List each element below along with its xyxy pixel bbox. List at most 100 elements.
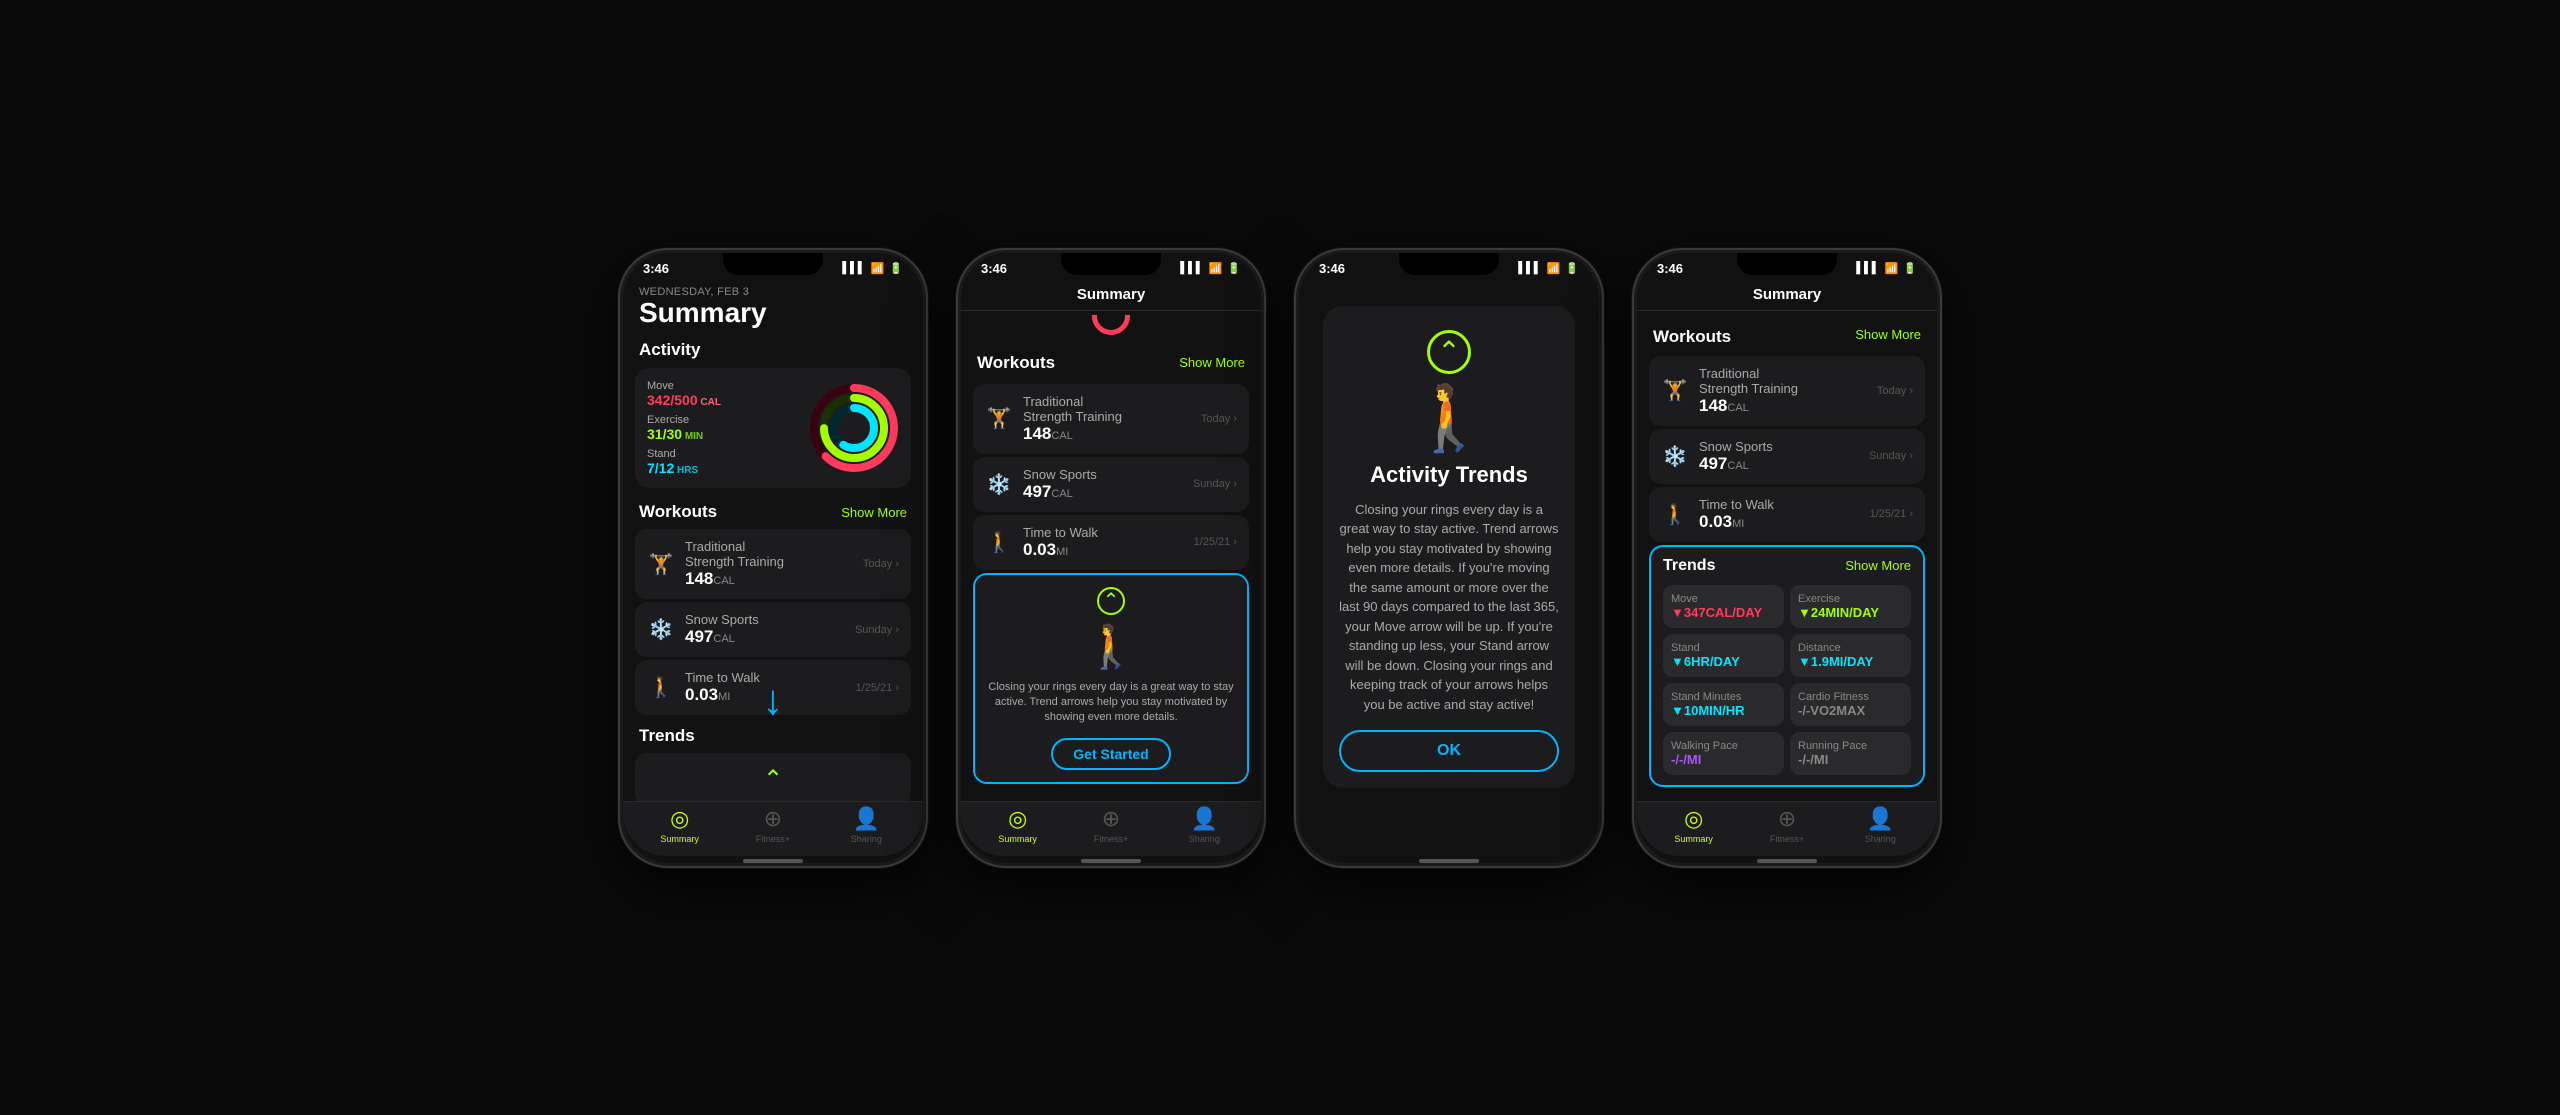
workout-1-2: ❄️ Snow Sports 497CAL Sunday › bbox=[635, 602, 911, 657]
phone-4-content[interactable]: Summary Workouts Show More 🏋️ Traditiona… bbox=[1637, 280, 1937, 801]
activity-card: Move 342/500 CAL Exercise 31/30 MIN Stan… bbox=[635, 368, 911, 488]
awards-header-2: Awards Show More bbox=[961, 787, 1261, 801]
workout-info-4-1: TraditionalStrength Training 148CAL bbox=[1699, 366, 1867, 416]
trend-distance-value: ▼1.9MI/DAY bbox=[1798, 654, 1903, 669]
fitness-icon-1: ⊕ bbox=[764, 806, 782, 832]
wifi-icon-2: 📶 bbox=[1209, 262, 1223, 275]
ok-button[interactable]: OK bbox=[1339, 730, 1559, 772]
workout-info-2-3: Time to Walk 0.03MI bbox=[1023, 525, 1184, 560]
fitness-icon-4: ⊕ bbox=[1778, 806, 1796, 832]
wifi-icon-1: 📶 bbox=[871, 262, 885, 275]
summary-label-2: Summary bbox=[998, 834, 1037, 844]
signal-icon-1: ▌▌▌ bbox=[842, 262, 865, 274]
workout-info-4-2: Snow Sports 497CAL bbox=[1699, 439, 1859, 474]
status-time-3: 3:46 bbox=[1319, 261, 1345, 276]
walk-icon-1: 🚶 bbox=[647, 675, 675, 700]
trend-move: Move ▼347CAL/DAY bbox=[1663, 585, 1784, 628]
phone-2-content[interactable]: Summary Workouts Show More 🏋️ Traditiona… bbox=[961, 280, 1261, 801]
activity-rings bbox=[809, 383, 899, 473]
trend-running-pace-value: -/-/MI bbox=[1798, 752, 1903, 767]
nav-summary-4[interactable]: ◎ Summary bbox=[1647, 806, 1740, 844]
snow-icon-2: ❄️ bbox=[985, 472, 1013, 497]
trend-stand-min: Stand Minutes ▼10MIN/HR bbox=[1663, 683, 1784, 726]
workout-name-1-2: Snow Sports bbox=[685, 612, 845, 627]
walk-icon-4: 🚶 bbox=[1661, 502, 1689, 527]
activity-section-title: Activity bbox=[623, 332, 923, 364]
trends-section-header-4: Trends Show More bbox=[1663, 557, 1911, 579]
strength-icon-2: 🏋️ bbox=[985, 406, 1013, 431]
nav-fitness-4[interactable]: ⊕ Fitness+ bbox=[1740, 806, 1833, 844]
signal-icon-2: ▌▌▌ bbox=[1180, 262, 1203, 274]
workout-cal-4-1: 148CAL bbox=[1699, 396, 1867, 416]
show-more-2[interactable]: Show More bbox=[1179, 355, 1245, 370]
trend-exercise-label: Exercise bbox=[1798, 593, 1903, 605]
phone-3: 3:46 ▌▌▌ 📶 🔋 ⌃ 🚶 Activity Trends Closing… bbox=[1294, 248, 1604, 868]
workout-name-2-3: Time to Walk bbox=[1023, 525, 1184, 540]
workout-name-4-3: Time to Walk bbox=[1699, 497, 1860, 512]
stand-value: 7/12 HRS bbox=[647, 460, 797, 476]
trend-exercise-value: ▼24MIN/DAY bbox=[1798, 605, 1903, 620]
workouts-label-1: Workouts bbox=[639, 502, 717, 522]
activity-trends-modal: ⌃ 🚶 Activity Trends Closing your rings e… bbox=[1323, 306, 1575, 789]
status-icons-4: ▌▌▌ 📶 🔋 bbox=[1856, 262, 1917, 275]
page-header-1: Wednesday, Feb 3 Summary bbox=[623, 280, 923, 333]
summary-icon-4: ◎ bbox=[1684, 806, 1703, 832]
status-time-4: 3:46 bbox=[1657, 261, 1683, 276]
trend-stand: Stand ▼6HR/DAY bbox=[1663, 634, 1784, 677]
nav-fitness-1[interactable]: ⊕ Fitness+ bbox=[726, 806, 819, 844]
trend-walking-pace: Walking Pace -/-/MI bbox=[1663, 732, 1784, 775]
fitness-label-2: Fitness+ bbox=[1094, 834, 1128, 844]
status-time-2: 3:46 bbox=[981, 261, 1007, 276]
fitness-label-4: Fitness+ bbox=[1770, 834, 1804, 844]
nav-fitness-2[interactable]: ⊕ Fitness+ bbox=[1064, 806, 1157, 844]
workout-2-3: 🚶 Time to Walk 0.03MI 1/25/21 › bbox=[973, 515, 1249, 570]
show-more-4[interactable]: Show More bbox=[1855, 327, 1921, 342]
battery-icon-2: 🔋 bbox=[1227, 262, 1241, 275]
get-started-button[interactable]: Get Started bbox=[1051, 738, 1170, 770]
strength-icon-4: 🏋️ bbox=[1661, 378, 1689, 403]
modal-text: Closing your rings every day is a great … bbox=[1339, 500, 1559, 715]
trends-label-4: Trends bbox=[1663, 557, 1715, 575]
workout-name-1-1: TraditionalStrength Training bbox=[685, 539, 853, 569]
workout-info-2-2: Snow Sports 497CAL bbox=[1023, 467, 1183, 502]
workouts-header-2: Workouts Show More bbox=[961, 339, 1261, 381]
trends-label-1: Trends bbox=[623, 718, 923, 750]
nav-summary-2[interactable]: ◎ Summary bbox=[971, 806, 1064, 844]
sharing-icon-1: 👤 bbox=[853, 806, 880, 832]
trend-stand-min-value: ▼10MIN/HR bbox=[1671, 703, 1776, 718]
nav-bar-1: ◎ Summary ⊕ Fitness+ 👤 Sharing bbox=[623, 801, 923, 856]
workout-1-1: 🏋️ TraditionalStrength Training 148CAL T… bbox=[635, 529, 911, 599]
workouts-header-1: Workouts Show More bbox=[623, 492, 923, 526]
nav-title-2: Summary bbox=[961, 280, 1261, 311]
nav-sharing-4[interactable]: 👤 Sharing bbox=[1834, 806, 1927, 844]
sharing-icon-2: 👤 bbox=[1191, 806, 1218, 832]
snow-icon-1: ❄️ bbox=[647, 617, 675, 642]
scroll-arrow: ↓ bbox=[763, 679, 784, 721]
battery-icon-1: 🔋 bbox=[889, 262, 903, 275]
workout-cal-2-1: 148CAL bbox=[1023, 424, 1191, 444]
page-title-1: Summary bbox=[639, 298, 907, 329]
trend-distance-label: Distance bbox=[1798, 642, 1903, 654]
title-2: Summary bbox=[1077, 286, 1145, 303]
show-more-1[interactable]: Show More bbox=[841, 505, 907, 520]
workout-cal-2-3: 0.03MI bbox=[1023, 540, 1184, 560]
phone-3-content: ⌃ 🚶 Activity Trends Closing your rings e… bbox=[1299, 280, 1599, 856]
nav-sharing-1[interactable]: 👤 Sharing bbox=[820, 806, 913, 844]
nav-title-4: Summary bbox=[1637, 280, 1937, 311]
workout-date-2-2: Sunday › bbox=[1193, 478, 1237, 490]
nav-summary-1[interactable]: ◎ Summary bbox=[633, 806, 726, 844]
workout-cal-4-3: 0.03MI bbox=[1699, 512, 1860, 532]
trends-show-more-4[interactable]: Show More bbox=[1845, 558, 1911, 573]
workout-name-2-2: Snow Sports bbox=[1023, 467, 1183, 482]
workout-date-1-2: Sunday › bbox=[855, 624, 899, 636]
modal-walk-figure: 🚶 bbox=[1409, 386, 1489, 450]
trend-cardio-value: -/-VO2MAX bbox=[1798, 703, 1903, 718]
status-icons-2: ▌▌▌ 📶 🔋 bbox=[1180, 262, 1241, 275]
summary-label-1: Summary bbox=[660, 834, 699, 844]
nav-bar-4: ◎ Summary ⊕ Fitness+ 👤 Sharing bbox=[1637, 801, 1937, 856]
exercise-value: 31/30 MIN bbox=[647, 426, 797, 442]
home-indicator-1 bbox=[743, 859, 803, 863]
sharing-label-2: Sharing bbox=[1189, 834, 1220, 844]
modal-area: ⌃ 🚶 Activity Trends Closing your rings e… bbox=[1299, 280, 1599, 789]
nav-sharing-2[interactable]: 👤 Sharing bbox=[1158, 806, 1251, 844]
